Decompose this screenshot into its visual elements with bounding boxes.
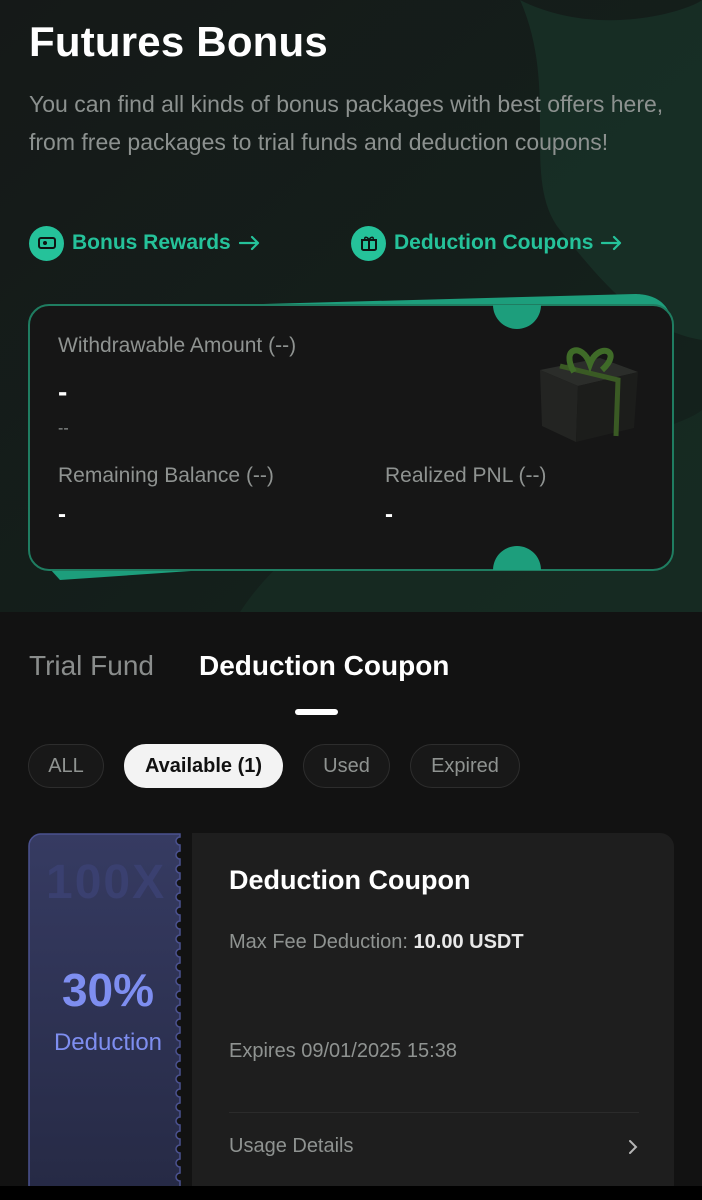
deduction-coupons-label: Deduction Coupons (394, 231, 594, 254)
hero-section: Futures Bonus You can find all kinds of … (0, 0, 702, 612)
coupon-card[interactable]: Deduction Coupon Max Fee Deduction: 10.0… (192, 833, 674, 1193)
realized-pnl-label: Realized PNL (--) (385, 464, 547, 487)
bonus-summary-card: Withdrawable Amount (--) - -- Remaining … (0, 288, 702, 588)
tab-deduction-coupon[interactable]: Deduction Coupon (199, 650, 449, 682)
remaining-balance-label: Remaining Balance (--) (58, 464, 274, 487)
filter-used[interactable]: Used (303, 744, 390, 788)
coupon-percent-label: Deduction (53, 1029, 163, 1056)
filter-available[interactable]: Available (1) (124, 744, 283, 788)
arrow-right-icon (601, 235, 623, 251)
deduction-coupons-link[interactable]: Deduction Coupons (351, 225, 623, 261)
withdrawable-label: Withdrawable Amount (--) (58, 334, 297, 357)
max-fee-value: 10.00 USDT (413, 931, 524, 953)
coupon-title: Deduction Coupon (229, 865, 471, 895)
realized-pnl-value: - (385, 501, 393, 528)
chevron-right-icon[interactable] (627, 1138, 639, 1161)
page-description: You can find all kinds of bonus packages… (29, 91, 664, 155)
tab-trial-fund[interactable]: Trial Fund (29, 650, 154, 682)
bonus-rewards-label: Bonus Rewards (72, 231, 231, 254)
max-fee-label: Max Fee Deduction: (229, 931, 414, 953)
bonus-rewards-link[interactable]: Bonus Rewards (29, 225, 261, 261)
withdrawable-sub: -- (58, 420, 69, 437)
usage-details-link[interactable]: Usage Details (229, 1135, 354, 1158)
coupon-expiry: Expires 09/01/2025 15:38 (229, 1040, 457, 1062)
withdrawable-value: - (58, 376, 68, 407)
gift-icon (351, 225, 386, 261)
coupon-stub[interactable]: 100X 30% Deduction (28, 833, 188, 1193)
coupon-percent: 30% (61, 964, 155, 1016)
ticket-icon (29, 225, 64, 261)
filter-all[interactable]: ALL (28, 744, 104, 788)
filter-expired[interactable]: Expired (410, 744, 520, 788)
bottom-bar (0, 1186, 702, 1200)
arrow-right-icon (238, 235, 261, 251)
coupon-max-fee: Max Fee Deduction: 10.00 USDT (229, 931, 524, 954)
coupon-watermark: 100X (46, 856, 167, 909)
divider (229, 1112, 639, 1113)
remaining-balance-value: - (58, 501, 66, 528)
page-title: Futures Bonus (29, 18, 328, 65)
gift-box-illustration (540, 347, 638, 442)
tab-active-indicator (295, 709, 338, 715)
